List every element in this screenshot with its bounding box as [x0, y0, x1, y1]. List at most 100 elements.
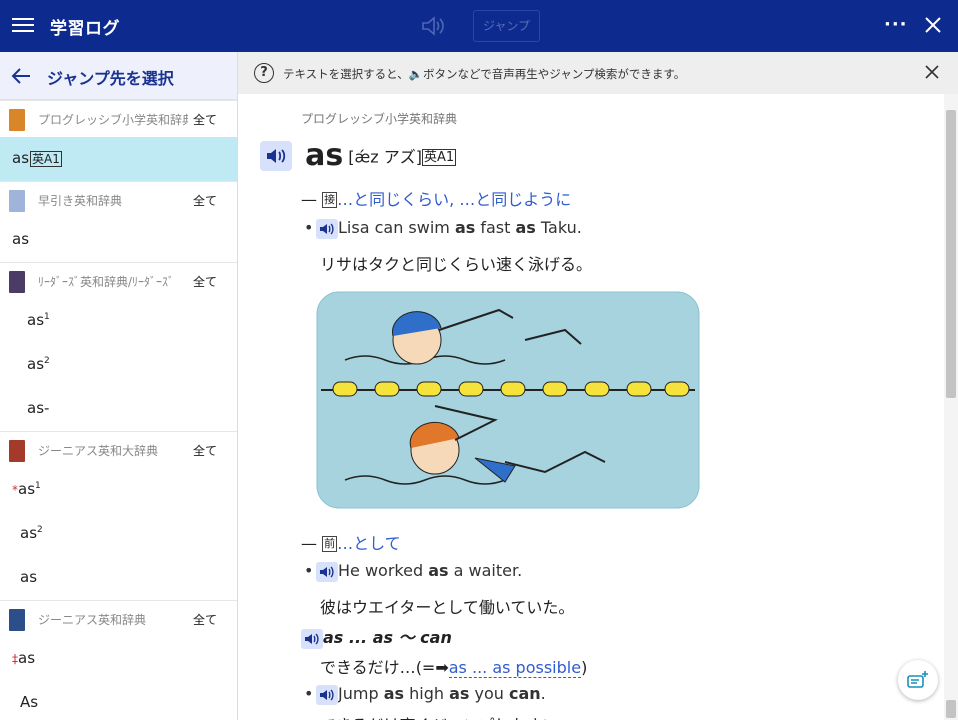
sense-gloss: …として [337, 534, 401, 553]
entry-superscript: 1 [44, 312, 50, 322]
question-circle-icon: ? [254, 63, 274, 83]
sidebar-entry-as[interactable]: ‡as [0, 637, 237, 681]
sidebar-entry-As[interactable]: As [0, 681, 237, 720]
example-text: Taku. [535, 218, 582, 237]
example-keyword: as [428, 561, 449, 580]
show-all-link[interactable]: 全て [193, 111, 217, 128]
entry-superscript: 1 [35, 481, 41, 491]
pronunciation: [ǽz アズ] [348, 147, 422, 167]
book-cover-icon [9, 440, 25, 462]
example-japanese: できるだけ高くジャンプしなさい。 [320, 712, 574, 720]
example-english[interactable]: • Lisa can swim as fast as Taku. [304, 218, 582, 239]
sidebar-entry-as2[interactable]: as2 [0, 343, 237, 387]
show-all-link[interactable]: 全て [193, 192, 217, 209]
dict-name: 早引き英和辞典 [38, 194, 123, 208]
speaker-icon[interactable] [316, 561, 338, 582]
dict-row-genius[interactable]: ジーニアス英和辞典 全て [0, 600, 237, 637]
sidebar-title: ジャンプ先を選択 [47, 69, 174, 88]
phrase-gloss: できるだけ… [320, 658, 416, 677]
example-text: Jump [338, 684, 384, 703]
book-cover-icon [9, 109, 25, 131]
dict-row-genius-large[interactable]: ジーニアス英和大辞典 全て [0, 431, 237, 468]
entry-word: As [20, 693, 39, 711]
pos-tag: 接 [322, 192, 338, 208]
example-english[interactable]: • He worked as a waiter. [304, 561, 522, 582]
cross-reference-link[interactable]: as ... as possible [448, 658, 582, 678]
sidebar-entry-as[interactable]: as [0, 556, 237, 600]
sidebar-header: ジャンプ先を選択 [0, 52, 237, 100]
dictionary-content: プログレッシブ小学英和辞典 as [ǽz アズ] 英A1 — 接 …と同じくらい, … [238, 94, 944, 720]
dict-name: ﾘｰﾀﾞｰｽﾞ英和辞典/ﾘｰﾀﾞｰｽﾞ [38, 275, 175, 289]
app-title: 学習ログ [50, 19, 120, 39]
example-japanese: 彼はウエイターとして働いていた。 [320, 598, 575, 617]
entry-word: as [18, 649, 36, 667]
reference-close: ) [581, 658, 588, 677]
entry-word: as [20, 524, 38, 542]
add-to-wordbook-button[interactable] [898, 660, 938, 700]
dict-row-hayabiki[interactable]: 早引き英和辞典 全て [0, 181, 237, 218]
entry-superscript: 2 [37, 525, 43, 535]
entry-word: as [12, 149, 30, 167]
close-hint-icon[interactable] [924, 64, 940, 80]
book-cover-icon [9, 190, 25, 212]
example-keyword: can [508, 684, 541, 703]
example-text: Lisa can swim [338, 218, 455, 237]
example-keyword: as [383, 684, 405, 703]
show-all-link[interactable]: 全て [193, 442, 217, 459]
sense-gloss: …と同じくらい, …と同じように [337, 190, 572, 209]
more-options-icon[interactable]: ··· [884, 14, 908, 35]
entry-word: as [27, 355, 45, 373]
speaker-icon[interactable] [316, 218, 338, 239]
example-english[interactable]: • Jump as high as you can. [304, 684, 546, 705]
hint-message: テキストを選択すると、🔈ボタンなどで音声再生やジャンプ検索ができます。 [283, 67, 686, 81]
entry-word: as- [27, 399, 50, 417]
book-cover-icon [9, 271, 25, 293]
reference-arrow: (=➡ [415, 658, 449, 677]
sidebar-entry-as-prefix[interactable]: as- [0, 387, 237, 431]
dictionary-source: プログレッシブ小学英和辞典 [301, 112, 458, 126]
back-arrow-icon[interactable] [10, 65, 32, 87]
phrase-meaning: できるだけ…(=➡as ... as possible) [320, 654, 587, 678]
sidebar-entry-as2[interactable]: as2 [0, 512, 237, 556]
close-icon[interactable] [922, 12, 944, 38]
swimmers-illustration [316, 291, 700, 509]
sidebar-entry-as1[interactable]: as1 [0, 299, 237, 343]
level-badge: 英A1 [421, 149, 457, 166]
dict-name: ジーニアス英和辞典 [38, 613, 147, 627]
dict-row-readers[interactable]: ﾘｰﾀﾞｰｽﾞ英和辞典/ﾘｰﾀﾞｰｽﾞ 全て [0, 262, 237, 299]
entry-superscript: 2 [44, 356, 50, 366]
headword: as [305, 138, 344, 173]
example-text: fast [475, 218, 516, 237]
speaker-icon[interactable] [420, 14, 446, 38]
speaker-icon[interactable] [260, 140, 292, 171]
speaker-icon[interactable] [316, 684, 338, 705]
scrollbar-thumb-lower[interactable] [946, 700, 956, 718]
level-badge: 英A1 [30, 151, 62, 167]
show-all-link[interactable]: 全て [193, 273, 217, 290]
scrollbar-thumb[interactable] [946, 110, 956, 398]
sense-conjunction: — 接 …と同じくらい, …と同じように [301, 190, 572, 209]
sidebar-entry-as[interactable]: as 英A1 [0, 137, 237, 181]
phrase-line: as ... as ～ can [301, 624, 452, 649]
example-keyword: as [515, 218, 536, 237]
dict-row-progressive[interactable]: プログレッシブ小学英和辞典 全て [0, 100, 237, 137]
hamburger-menu-icon[interactable] [12, 15, 34, 37]
sidebar-entry-as1[interactable]: *as1 [0, 468, 237, 512]
dict-name: ジーニアス英和大辞典 [38, 444, 159, 458]
entry-word: as [18, 480, 36, 498]
show-all-link[interactable]: 全て [193, 611, 217, 628]
jump-button[interactable]: ジャンプ [473, 10, 540, 42]
headword-line: as [ǽz アズ] 英A1 [260, 138, 457, 173]
dict-name: プログレッシブ小学英和辞典 [38, 113, 188, 127]
sense-preposition: — 前 …として [301, 534, 401, 553]
speaker-icon[interactable] [301, 628, 323, 649]
example-keyword: as [454, 218, 476, 237]
example-japanese: リサはタクと同じくらい速く泳げる。 [320, 255, 593, 274]
phrase-text: as ... as ～ can [323, 628, 452, 647]
entry-word: as [12, 230, 30, 248]
entry-word: as [27, 311, 45, 329]
sidebar-entry-as[interactable]: as [0, 218, 237, 262]
add-note-icon [907, 671, 928, 688]
example-keyword: as [449, 684, 470, 703]
hint-bar: ? テキストを選択すると、🔈ボタンなどで音声再生やジャンプ検索ができます。 [238, 52, 958, 94]
